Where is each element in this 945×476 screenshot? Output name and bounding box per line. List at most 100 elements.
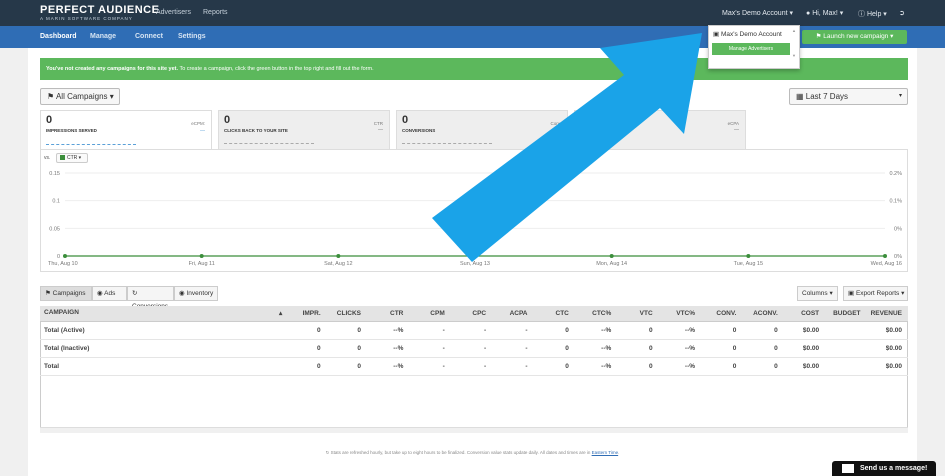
column-header[interactable]: VTC <box>617 306 659 322</box>
flag-icon: ⚑ <box>47 92 56 101</box>
table-cell <box>825 321 867 340</box>
data-point <box>609 254 614 258</box>
metric-value: 0 <box>224 114 231 126</box>
table-row[interactable]: Total (Active) 0 0 --% - - -0 --% 0 --% 0 0 $0.00 $0.… <box>40 321 908 340</box>
x-tick-label: Fri, Aug 11 <box>189 261 215 267</box>
manage-advertisers-button[interactable]: Manage Advertisers <box>712 43 790 55</box>
messenger-button[interactable]: Send us a message! <box>832 461 936 476</box>
column-header[interactable]: REVENUE <box>866 306 908 322</box>
data-point <box>473 254 477 258</box>
date-range-label: Last 7 Days <box>805 92 849 101</box>
account-menu[interactable]: Max's Demo Account ▾ <box>722 9 793 17</box>
column-header[interactable]: CLICKS <box>326 306 367 322</box>
table-cell: $0.00 <box>783 339 826 358</box>
table-cell: $0.00 <box>866 357 908 376</box>
table-horizontal-scrollbar[interactable] <box>40 427 908 433</box>
metric-sub-label: Conv <box>550 121 561 126</box>
table-cell: 0 <box>533 321 575 340</box>
metric-conversions[interactable]: 0 CONVERSIONS Conv <box>396 110 568 150</box>
metric-ecpa[interactable]: eCPA — <box>574 110 746 150</box>
column-header[interactable]: CPM <box>409 306 451 322</box>
column-header-campaign[interactable]: CAMPAIGN ▴ <box>40 306 291 322</box>
table-cell: - <box>409 357 451 376</box>
metric-sub-value: — <box>734 127 739 133</box>
dropdown-scrollbar[interactable]: ▲ ▼ <box>792 28 797 66</box>
column-header[interactable]: BUDGET <box>825 306 867 322</box>
date-range-picker[interactable]: ▦ Last 7 Days ▾ <box>789 88 908 105</box>
table-cell: --% <box>574 321 618 340</box>
column-header[interactable]: VTC% <box>658 306 702 322</box>
caret-down-icon: ▾ <box>898 93 902 99</box>
nav-advertisers[interactable]: Advertisers <box>156 9 191 16</box>
table-cell: - <box>450 321 493 340</box>
data-point <box>199 254 204 258</box>
tab-dashboard[interactable]: Dashboard <box>40 33 77 40</box>
tab-manage[interactable]: Manage <box>90 33 116 40</box>
logout-icon[interactable]: ➲ <box>899 9 905 17</box>
column-header[interactable]: IMPR. <box>290 306 327 322</box>
tab-ads[interactable]: ◉ Ads <box>92 286 127 301</box>
data-point <box>63 254 67 258</box>
table-cell: - <box>492 339 534 358</box>
data-point <box>336 254 341 258</box>
table-cell <box>825 339 867 358</box>
table-cell: - <box>492 321 534 340</box>
footer-note: ↻ Stats are refreshed hourly, but take u… <box>325 450 620 455</box>
table-cell: --% <box>658 321 702 340</box>
column-header[interactable]: CONV. <box>701 306 743 322</box>
table-cell <box>825 357 867 376</box>
tab-connect[interactable]: Connect <box>135 33 163 40</box>
flag-icon: ⚑ <box>45 290 53 297</box>
help-menu[interactable]: ⓘ Help ▾ <box>858 9 887 19</box>
table-header-row: CAMPAIGN ▴ IMPR. CLICKS CTR CPM CPC ACPA … <box>40 306 908 322</box>
table-cell: 0 <box>617 357 659 376</box>
x-tick-label: Sun, Aug 13 <box>460 261 490 267</box>
column-header[interactable]: CTR <box>366 306 410 322</box>
table-cell: $0.00 <box>783 321 826 340</box>
table-cell: 0 <box>701 357 743 376</box>
table-cell: 0 <box>326 339 367 358</box>
table-cell: 0 <box>701 339 743 358</box>
refresh-icon: ↻ <box>132 290 138 297</box>
metric-sub-label: eCPM: <box>191 121 205 126</box>
tab-inventory[interactable]: ◉ Inventory <box>174 286 218 301</box>
metric-impressions[interactable]: 0 IMPRESSIONS SERVED eCPM: — <box>40 110 212 150</box>
export-reports-button[interactable]: ▣ Export Reports ▾ <box>843 286 908 301</box>
sparkline <box>402 143 492 144</box>
tab-conversions[interactable]: ↻ Conversions <box>127 286 174 310</box>
table-cell: 0 <box>617 321 659 340</box>
tab-settings[interactable]: Settings <box>178 33 206 40</box>
footer-text: Stats are refreshed hourly, but take up … <box>330 450 592 455</box>
table-cell: 0 <box>533 357 575 376</box>
column-header[interactable]: ACPA <box>492 306 534 322</box>
table-row[interactable]: Total 0 0 --% - - -0 --% 0 --% 0 0 $0.00 $0.00 <box>40 357 908 376</box>
column-header[interactable]: CTC <box>533 306 575 322</box>
column-header[interactable]: CPC <box>450 306 493 322</box>
tab-ads-label: Ads <box>104 290 116 297</box>
column-header[interactable]: COST <box>783 306 826 322</box>
brand-logo[interactable]: PERFECT AUDIENCE A MARIN SOFTWARE COMPAN… <box>40 5 159 22</box>
tab-campaigns[interactable]: ⚑ Campaigns <box>40 286 92 301</box>
x-tick-label: Tue, Aug 15 <box>734 261 763 267</box>
sparkline <box>224 143 314 144</box>
column-header[interactable]: ACONV. <box>742 306 784 322</box>
table-cell: --% <box>366 357 410 376</box>
column-header[interactable]: CTC% <box>574 306 618 322</box>
x-tick-label: Thu, Aug 10 <box>48 261 78 267</box>
row-label-cell: Total (Active) <box>40 321 291 340</box>
launch-campaign-button[interactable]: ⚑ Launch new campaign ▾ <box>802 30 907 44</box>
metric-clicks[interactable]: 0 CLICKS BACK TO YOUR SITE CTR — <box>218 110 390 150</box>
table-cell: - <box>409 321 451 340</box>
user-menu-label: Hi, Max! ▾ <box>812 10 844 17</box>
dropdown-account-item[interactable]: ▣ Max's Demo Account <box>713 30 782 38</box>
table-cell: --% <box>366 339 410 358</box>
campaign-filter-dropdown[interactable]: ⚑ All Campaigns ▾ <box>40 88 120 105</box>
timezone-link[interactable]: Eastern Time <box>592 450 619 455</box>
nav-reports[interactable]: Reports <box>203 9 228 16</box>
columns-button[interactable]: Columns ▾ <box>797 286 838 301</box>
table-cell: 0 <box>290 357 327 376</box>
table-row[interactable]: Total (Inactive) 0 0 --% - - -0 --% 0 --% 0 0 $0.00 $… <box>40 339 908 358</box>
user-menu[interactable]: ● Hi, Max! ▾ <box>806 9 843 17</box>
metric-value: 0 <box>402 114 409 126</box>
table-cell: --% <box>658 357 702 376</box>
